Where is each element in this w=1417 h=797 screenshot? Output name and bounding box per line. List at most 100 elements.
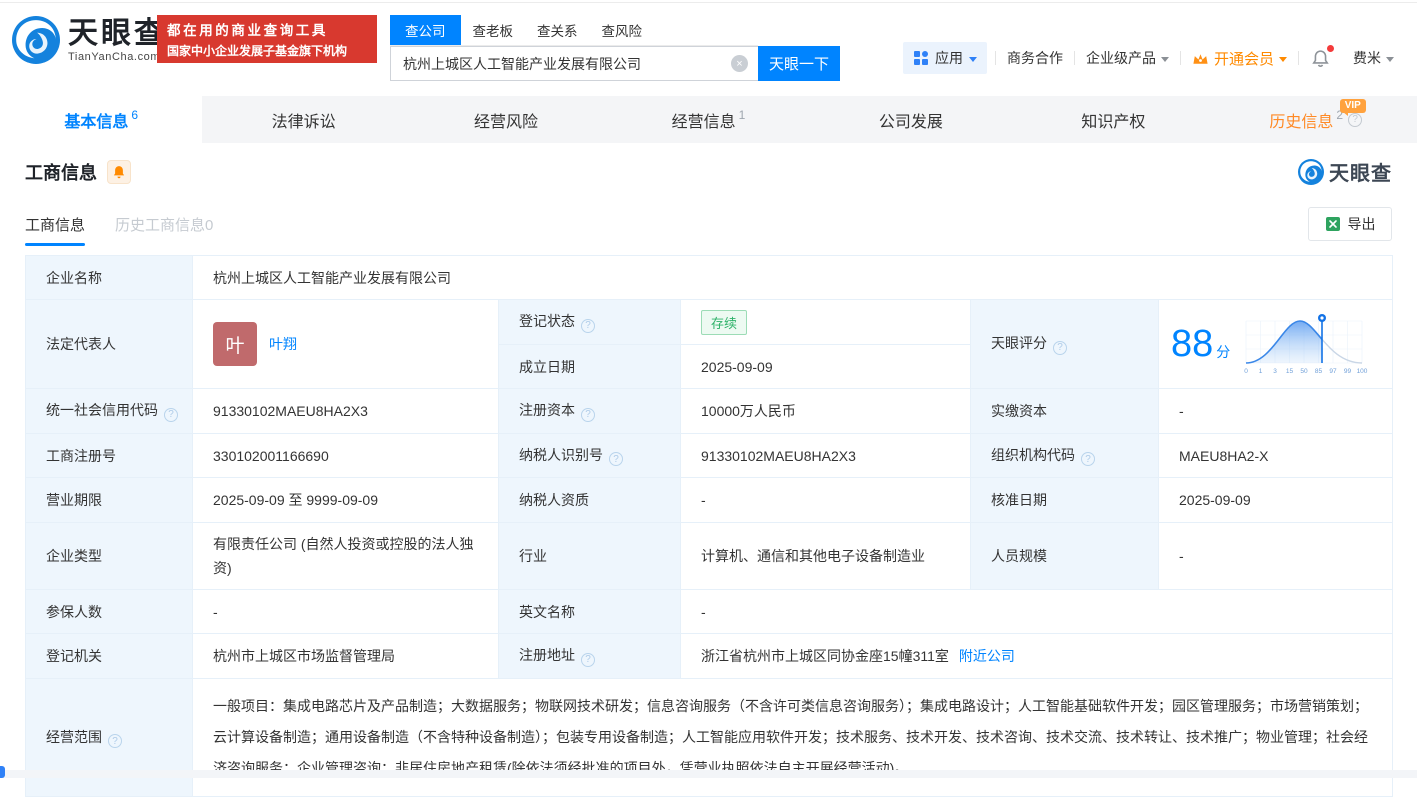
- subscribe-alert-button[interactable]: [107, 160, 131, 184]
- field-label: 实缴资本: [971, 389, 1159, 434]
- field-label: 纳税人资质: [499, 478, 681, 523]
- side-toolbar-edge[interactable]: [0, 766, 5, 778]
- english-name-value: -: [681, 590, 1393, 634]
- export-button[interactable]: 导出: [1308, 207, 1392, 241]
- help-icon[interactable]: ?: [581, 653, 595, 667]
- search-tab-company[interactable]: 查公司: [390, 15, 461, 45]
- field-label: 注册地址?: [499, 634, 681, 679]
- table-row: 工商注册号 330102001166690 纳税人识别号? 91330102MA…: [26, 434, 1393, 478]
- legal-rep-cell: 叶 叶翔: [193, 300, 499, 389]
- chevron-down-icon: [1161, 57, 1169, 62]
- svg-text:1: 1: [1259, 368, 1263, 375]
- field-label: 纳税人识别号?: [499, 434, 681, 478]
- reg-authority-value: 杭州市上城区市场监督管理局: [193, 634, 499, 679]
- search-input[interactable]: [391, 55, 716, 73]
- tianyan-score-cell[interactable]: 88 分: [1159, 300, 1393, 389]
- vip-badge: VIP: [1340, 99, 1366, 113]
- tab-operating-info[interactable]: 经营信息 1: [607, 96, 809, 143]
- nav-user-menu[interactable]: 费米: [1342, 48, 1405, 68]
- tab-basic-info[interactable]: 基本信息 6: [0, 96, 202, 143]
- table-row: 营业期限 2025-09-09 至 9999-09-09 纳税人资质 - 核准日…: [26, 478, 1393, 523]
- nav-cooperation[interactable]: 商务合作: [996, 48, 1074, 68]
- table-row: 企业类型 有限责任公司 (自然人投资或控股的法人独资) 行业 计算机、通信和其他…: [26, 523, 1393, 590]
- notification-dot: [1327, 45, 1334, 52]
- help-icon[interactable]: ?: [609, 452, 623, 466]
- help-icon[interactable]: ?: [164, 408, 178, 422]
- avatar[interactable]: 叶: [213, 322, 257, 366]
- help-icon[interactable]: ?: [1348, 113, 1362, 127]
- crown-icon: [1192, 51, 1209, 66]
- tab-intellectual-property[interactable]: 知识产权: [1012, 96, 1214, 143]
- search-tabs: 查公司 查老板 查关系 查风险: [390, 15, 758, 46]
- tab-label: 法律诉讼: [272, 108, 336, 132]
- subtab-business-info[interactable]: 工商信息: [25, 214, 85, 235]
- table-row: 登记机关 杭州市上城区市场监督管理局 注册地址? 浙江省杭州市上城区同协金座15…: [26, 634, 1393, 679]
- company-tabbar: 基本信息 6 法律诉讼 经营风险 经营信息 1 公司发展 知识产权 历史信息 2…: [0, 96, 1417, 143]
- reg-status-value: 存续: [681, 300, 971, 345]
- username: 费米: [1353, 48, 1381, 68]
- search-tab-relation[interactable]: 查关系: [525, 15, 590, 45]
- search-area: 查公司 查老板 查关系 查风险 × 天眼一下: [390, 15, 840, 81]
- help-icon[interactable]: ?: [108, 734, 122, 748]
- tab-company-development[interactable]: 公司发展: [810, 96, 1012, 143]
- field-label: 组织机构代码?: [971, 434, 1159, 478]
- field-label: 营业期限: [26, 478, 193, 523]
- score-value: 88: [1171, 325, 1213, 363]
- nav-enterprise[interactable]: 企业级产品: [1075, 48, 1180, 68]
- svg-text:3: 3: [1273, 368, 1277, 375]
- svg-text:15: 15: [1286, 368, 1294, 375]
- search-button[interactable]: 天眼一下: [758, 46, 840, 81]
- chevron-down-icon: [1386, 57, 1394, 62]
- establish-date-value: 2025-09-09: [681, 345, 971, 389]
- svg-text:0: 0: [1244, 368, 1248, 375]
- status-badge: 存续: [701, 310, 747, 335]
- tianyancha-logo[interactable]: 天眼查 TianYanCha.com: [12, 16, 167, 64]
- tab-legal-litigation[interactable]: 法律诉讼: [202, 96, 404, 143]
- bell-icon: [112, 165, 126, 179]
- excel-icon: [1325, 216, 1341, 232]
- tab-count: 1: [739, 108, 746, 122]
- svg-text:97: 97: [1330, 368, 1338, 375]
- apps-menu[interactable]: 应用: [903, 42, 987, 74]
- business-scope-value: 一般项目：集成电路芯片及产品制造；大数据服务；物联网技术研发；信息咨询服务（不含…: [193, 679, 1393, 797]
- clear-search-icon[interactable]: ×: [731, 55, 748, 72]
- nearby-companies-link[interactable]: 附近公司: [959, 646, 1015, 666]
- legal-rep-link[interactable]: 叶翔: [269, 334, 297, 354]
- help-icon[interactable]: ?: [581, 408, 595, 422]
- chevron-down-icon: [1279, 57, 1287, 62]
- company-name-value: 杭州上城区人工智能产业发展有限公司: [193, 256, 1393, 300]
- subtab-history-business-info[interactable]: 历史工商信息0: [115, 214, 213, 235]
- field-label: 天眼评分?: [971, 300, 1159, 389]
- field-label: 行业: [499, 523, 681, 590]
- svg-text:100: 100: [1357, 368, 1368, 375]
- taxpayer-quality-value: -: [681, 478, 971, 523]
- table-row: 统一社会信用代码? 91330102MAEU8HA2X3 注册资本? 10000…: [26, 389, 1393, 434]
- watermark-text: 天眼查: [1329, 157, 1392, 186]
- apps-label: 应用: [935, 48, 963, 68]
- field-label: 企业类型: [26, 523, 193, 590]
- staff-size-value: -: [1159, 523, 1393, 590]
- nav-vip-upgrade[interactable]: 开通会员: [1181, 48, 1298, 69]
- tab-history-info[interactable]: 历史信息 2 ? VIP: [1215, 96, 1417, 143]
- field-label: 英文名称: [499, 590, 681, 634]
- help-icon[interactable]: ?: [1081, 452, 1095, 466]
- reg-address-cell: 浙江省杭州市上城区同协金座15幢311室 附近公司: [681, 634, 1393, 679]
- search-tab-boss[interactable]: 查老板: [461, 15, 526, 45]
- logo-swirl-icon: [12, 16, 60, 64]
- help-icon[interactable]: ?: [1053, 341, 1067, 355]
- tab-operating-risk[interactable]: 经营风险: [405, 96, 607, 143]
- tab-label: 经营风险: [474, 108, 538, 132]
- score-distribution-chart: 0 1 3 15 50 85 97 99 100: [1240, 311, 1368, 377]
- table-row: 经营范围? 一般项目：集成电路芯片及产品制造；大数据服务；物联网技术研发；信息咨…: [26, 679, 1393, 797]
- search-tab-risk[interactable]: 查风险: [590, 15, 655, 45]
- logo-swirl-icon: [1298, 159, 1324, 185]
- header-nav: 应用 商务合作 企业级产品 开通会员 费米: [903, 40, 1405, 76]
- main-content: 工商信息 天眼查 工商信息 历史工商信息0 导出: [0, 157, 1417, 797]
- business-info-table: 企业名称 杭州上城区人工智能产业发展有限公司 法定代表人 叶 叶翔 登记状态? …: [25, 255, 1393, 797]
- vip-label: 开通会员: [1214, 48, 1274, 69]
- reg-capital-value: 10000万人民币: [681, 389, 971, 434]
- help-icon[interactable]: ?: [581, 319, 595, 333]
- notifications-button[interactable]: [1299, 49, 1342, 68]
- promo-banner: 都在用的商业查询工具 国家中小企业发展子基金旗下机构: [157, 15, 377, 63]
- field-label: 人员规模: [971, 523, 1159, 590]
